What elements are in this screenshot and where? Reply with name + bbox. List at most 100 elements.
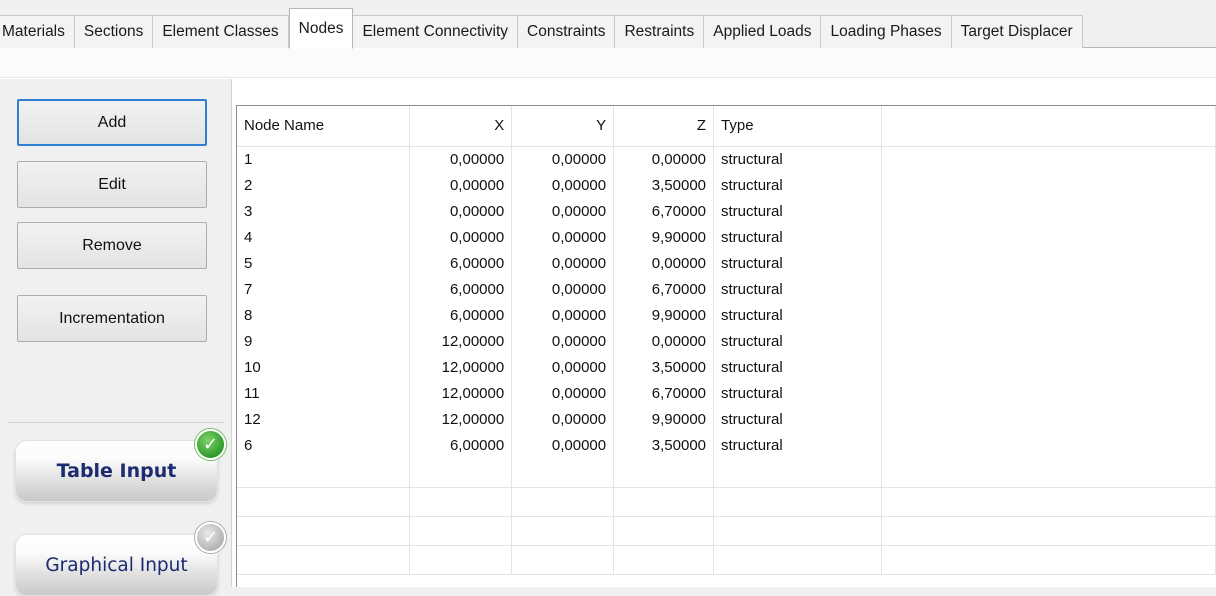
cell-type[interactable]: structural	[713, 380, 882, 406]
column-header-node-name[interactable]: Node Name	[237, 106, 411, 147]
cell-node-name[interactable]: 12	[237, 406, 411, 432]
cell-x[interactable]: 12,00000	[409, 354, 513, 380]
tab-sections[interactable]: Sections	[74, 15, 154, 48]
cell-x[interactable]: 12,00000	[409, 328, 513, 354]
cell-node-name[interactable]: 2	[237, 172, 411, 198]
tab-restraints[interactable]: Restraints	[615, 15, 705, 48]
cell-node-name[interactable]: 1	[237, 146, 411, 172]
table-row[interactable]: 9 12,00000 0,00000 0,00000 structural	[237, 328, 1216, 354]
cell-type[interactable]: structural	[713, 406, 882, 432]
column-header-z[interactable]: Z	[613, 106, 715, 147]
cell-y[interactable]: 0,00000	[511, 432, 615, 458]
table-row[interactable]: 4 0,00000 0,00000 9,90000 structural	[237, 224, 1216, 250]
cell-x[interactable]: 12,00000	[409, 380, 513, 406]
tab-target-displacer[interactable]: Target Displacer	[951, 15, 1083, 48]
cell-type[interactable]: structural	[713, 432, 882, 458]
empty-row[interactable]	[237, 458, 1216, 488]
cell-z[interactable]: 6,70000	[613, 380, 715, 406]
nodes-grid[interactable]: Node Name X Y Z Type 1 0,00000 0,00000 0,00…	[236, 105, 1216, 587]
tab-element-connectivity[interactable]: Element Connectivity	[353, 15, 519, 48]
empty-cell	[613, 516, 715, 546]
cell-x[interactable]: 6,00000	[409, 276, 513, 302]
cell-x[interactable]: 0,00000	[409, 146, 513, 172]
cell-type[interactable]: structural	[713, 250, 882, 276]
cell-y[interactable]: 0,00000	[511, 276, 615, 302]
cell-x[interactable]: 6,00000	[409, 302, 513, 328]
table-row[interactable]: 1 0,00000 0,00000 0,00000 structural	[237, 146, 1216, 172]
table-input-toggle[interactable]: Table Input	[15, 440, 218, 502]
tab-element-classes[interactable]: Element Classes	[153, 15, 289, 48]
cell-z[interactable]: 9,90000	[613, 302, 715, 328]
cell-z[interactable]: 3,50000	[613, 354, 715, 380]
tab-nodes[interactable]: Nodes	[288, 8, 354, 49]
cell-type[interactable]: structural	[713, 198, 882, 224]
empty-row[interactable]	[237, 545, 1216, 575]
cell-node-name[interactable]: 9	[237, 328, 411, 354]
table-row[interactable]: 8 6,00000 0,00000 9,90000 structural	[237, 302, 1216, 328]
cell-z[interactable]: 6,70000	[613, 198, 715, 224]
cell-node-name[interactable]: 7	[237, 276, 411, 302]
cell-y[interactable]: 0,00000	[511, 224, 615, 250]
table-row[interactable]: 12 12,00000 0,00000 9,90000 structural	[237, 406, 1216, 432]
cell-z[interactable]: 9,90000	[613, 224, 715, 250]
table-row[interactable]: 5 6,00000 0,00000 0,00000 structural	[237, 250, 1216, 276]
tab-constraints[interactable]: Constraints	[518, 15, 616, 48]
empty-cell	[511, 545, 615, 575]
tab-loading-phases[interactable]: Loading Phases	[821, 15, 952, 48]
cell-z[interactable]: 0,00000	[613, 250, 715, 276]
cell-z[interactable]: 9,90000	[613, 406, 715, 432]
cell-filler	[881, 302, 1216, 328]
cell-y[interactable]: 0,00000	[511, 250, 615, 276]
cell-node-name[interactable]: 3	[237, 198, 411, 224]
cell-y[interactable]: 0,00000	[511, 198, 615, 224]
cell-x[interactable]: 0,00000	[409, 224, 513, 250]
cell-x[interactable]: 6,00000	[409, 432, 513, 458]
cell-y[interactable]: 0,00000	[511, 146, 615, 172]
cell-z[interactable]: 0,00000	[613, 328, 715, 354]
remove-button[interactable]: Remove	[17, 222, 207, 269]
cell-type[interactable]: structural	[713, 276, 882, 302]
cell-type[interactable]: structural	[713, 328, 882, 354]
cell-x[interactable]: 0,00000	[409, 172, 513, 198]
table-row[interactable]: 10 12,00000 0,00000 3,50000 structural	[237, 354, 1216, 380]
cell-z[interactable]: 3,50000	[613, 432, 715, 458]
table-row[interactable]: 6 6,00000 0,00000 3,50000 structural	[237, 432, 1216, 458]
column-header-y[interactable]: Y	[511, 106, 615, 147]
cell-type[interactable]: structural	[713, 172, 882, 198]
cell-type[interactable]: structural	[713, 354, 882, 380]
cell-y[interactable]: 0,00000	[511, 380, 615, 406]
table-row[interactable]: 3 0,00000 0,00000 6,70000 structural	[237, 198, 1216, 224]
empty-row[interactable]	[237, 487, 1216, 517]
cell-node-name[interactable]: 8	[237, 302, 411, 328]
empty-row[interactable]	[237, 516, 1216, 546]
add-button[interactable]: Add	[17, 99, 207, 146]
cell-node-name[interactable]: 6	[237, 432, 411, 458]
cell-z[interactable]: 3,50000	[613, 172, 715, 198]
cell-y[interactable]: 0,00000	[511, 406, 615, 432]
tab-materials[interactable]: Materials	[0, 15, 75, 48]
table-row[interactable]: 2 0,00000 0,00000 3,50000 structural	[237, 172, 1216, 198]
column-header-x[interactable]: X	[409, 106, 513, 147]
table-row[interactable]: 7 6,00000 0,00000 6,70000 structural	[237, 276, 1216, 302]
cell-node-name[interactable]: 11	[237, 380, 411, 406]
cell-x[interactable]: 12,00000	[409, 406, 513, 432]
cell-x[interactable]: 0,00000	[409, 198, 513, 224]
cell-node-name[interactable]: 5	[237, 250, 411, 276]
cell-node-name[interactable]: 4	[237, 224, 411, 250]
cell-node-name[interactable]: 10	[237, 354, 411, 380]
cell-y[interactable]: 0,00000	[511, 172, 615, 198]
cell-type[interactable]: structural	[713, 146, 882, 172]
cell-z[interactable]: 6,70000	[613, 276, 715, 302]
cell-type[interactable]: structural	[713, 224, 882, 250]
cell-y[interactable]: 0,00000	[511, 328, 615, 354]
edit-button[interactable]: Edit	[17, 161, 207, 208]
incrementation-button[interactable]: Incrementation	[17, 295, 207, 342]
cell-x[interactable]: 6,00000	[409, 250, 513, 276]
table-row[interactable]: 11 12,00000 0,00000 6,70000 structural	[237, 380, 1216, 406]
cell-z[interactable]: 0,00000	[613, 146, 715, 172]
tab-applied-loads[interactable]: Applied Loads	[704, 15, 822, 48]
cell-y[interactable]: 0,00000	[511, 302, 615, 328]
cell-y[interactable]: 0,00000	[511, 354, 615, 380]
cell-type[interactable]: structural	[713, 302, 882, 328]
column-header-type[interactable]: Type	[713, 106, 882, 147]
